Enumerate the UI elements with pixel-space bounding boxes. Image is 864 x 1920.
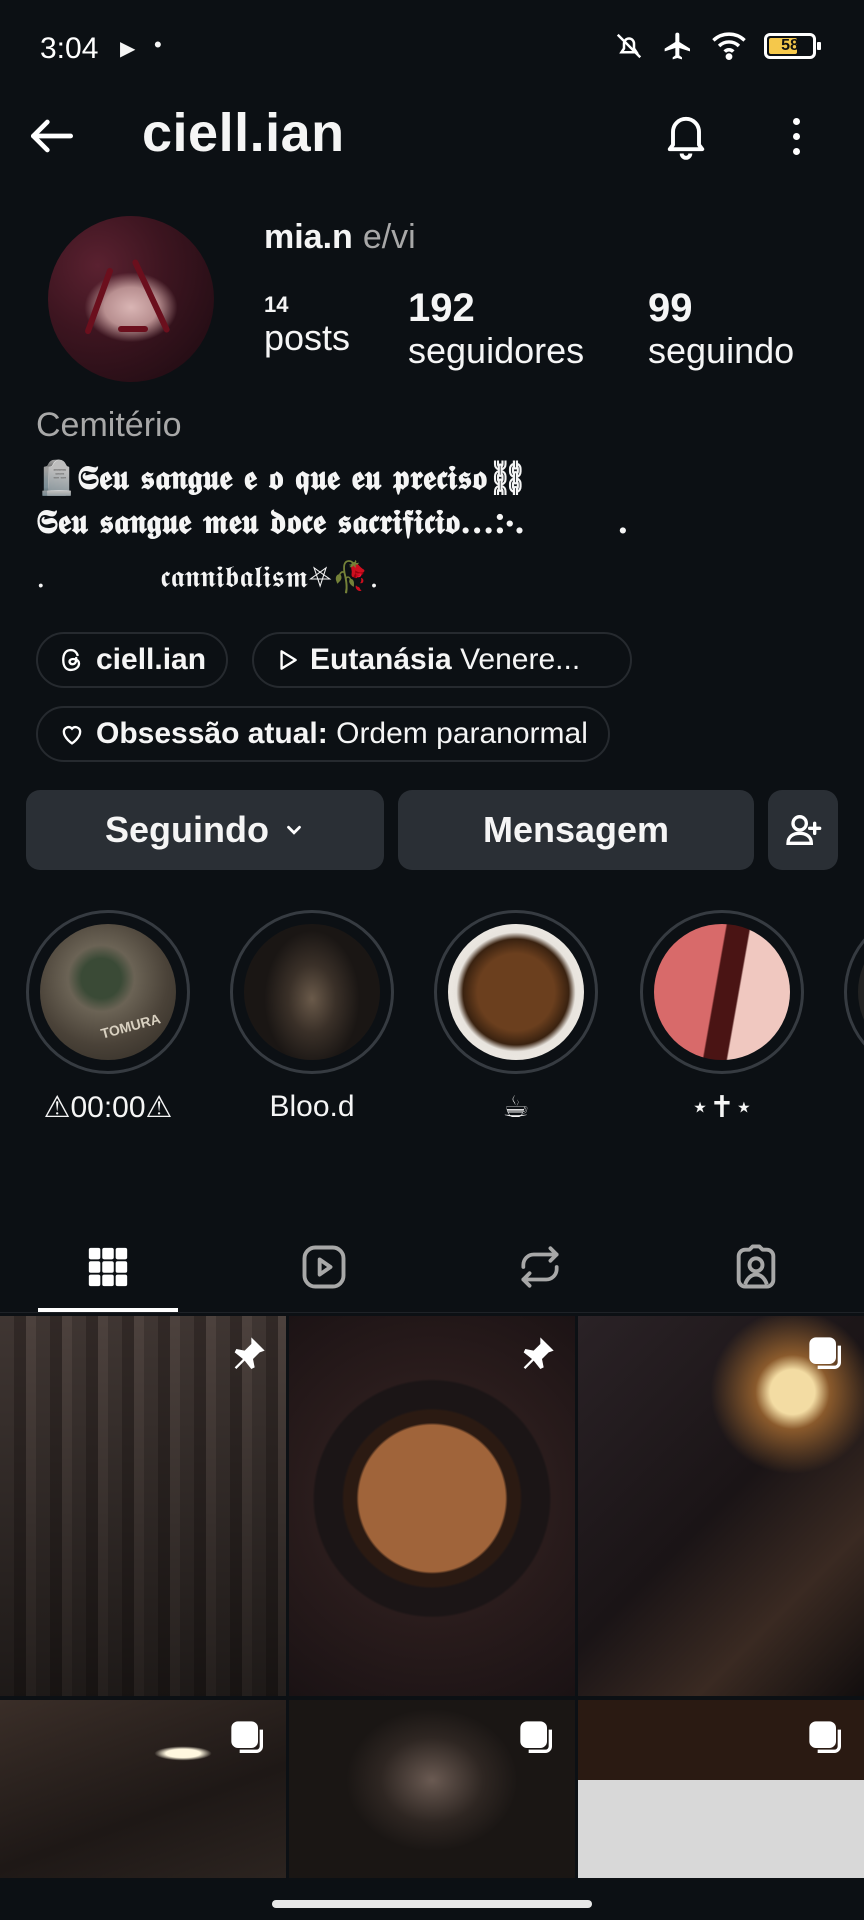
arrow-left-icon <box>31 119 73 153</box>
highlight-label: ⋆✝⋆ <box>690 1091 754 1124</box>
bell-icon <box>667 116 705 160</box>
status-bar: 3:04 ▶ • 58 <box>0 0 864 96</box>
home-indicator[interactable] <box>272 1900 592 1908</box>
tab-reels[interactable] <box>216 1222 432 1312</box>
following-button[interactable]: Seguindo <box>26 790 384 870</box>
highlight-image-text: TOMURA <box>98 1010 163 1042</box>
message-button-label: Mensagem <box>482 809 670 850</box>
grid-icon <box>88 1247 128 1287</box>
tab-posts[interactable] <box>0 1222 216 1312</box>
add-user-icon <box>786 815 822 845</box>
threads-link-chip[interactable]: ciell.ian <box>36 632 229 688</box>
play-icon <box>280 650 297 670</box>
post-thumbnail[interactable] <box>289 1316 575 1696</box>
highlight-label: ⚠00:00⚠ <box>43 1091 173 1124</box>
wifi-icon <box>712 32 746 61</box>
message-button[interactable]: Mensagem <box>398 790 754 870</box>
tab-tagged[interactable] <box>648 1222 864 1312</box>
following-stat[interactable]: 99 seguindo <box>648 286 794 371</box>
chevron-down-icon <box>287 825 301 835</box>
following-count: 99 <box>648 286 693 330</box>
posts-count: 14 <box>264 292 289 317</box>
music-title: Eutanásia <box>310 643 452 676</box>
airplane-icon <box>664 32 690 60</box>
highlight-label: ☕ <box>502 1091 530 1124</box>
music-artist: Venere... <box>460 643 581 676</box>
threads-icon <box>62 648 81 672</box>
followers-stat[interactable]: 192 seguidores <box>408 286 584 371</box>
profile-category: Cemitério <box>36 406 182 444</box>
silent-icon <box>616 33 642 59</box>
bio-text: 🪦𝕾𝖊𝖚 𝖘𝖆𝖓𝖌𝖚𝖊 𝖊 𝖔 𝖖𝖚𝖊 𝖊𝖚 𝖕𝖗𝖊𝖈𝖎𝖘𝖔⛓ 𝕾𝖊𝖚 𝖘𝖆𝖓𝖌𝖚… <box>36 456 629 544</box>
posts-grid <box>0 1316 864 1878</box>
story-highlight[interactable]: ⋆✝⋆ <box>640 910 804 1125</box>
story-highlight[interactable]: Bloo.d <box>230 910 394 1124</box>
pronouns: e/vi <box>362 218 416 256</box>
bio-line-3: . 𝖈𝖆𝖓𝖓𝖎𝖇𝖆𝖑𝖎𝖘𝖒⛧🥀. <box>36 560 379 595</box>
repost-icon <box>521 1246 559 1288</box>
following-label: seguindo <box>648 330 795 371</box>
story-highlight[interactable]: ☕ <box>434 910 598 1125</box>
suggested-users-button[interactable] <box>768 790 838 870</box>
pin-icon <box>523 1337 554 1369</box>
post-thumbnail[interactable] <box>578 1700 864 1878</box>
notification-dot-icon: • <box>154 32 162 57</box>
post-thumbnail[interactable] <box>0 1316 286 1696</box>
heart-icon <box>62 726 82 745</box>
carousel-icon <box>520 1721 552 1753</box>
profile-note-chip[interactable]: Obsessão atual: Ordem paranormal <box>36 706 610 762</box>
back-button[interactable] <box>24 108 84 164</box>
following-button-label: Seguindo <box>105 809 269 850</box>
profile-avatar[interactable] <box>48 216 214 382</box>
reels-icon <box>302 1245 346 1289</box>
play-store-icon: ▶ <box>120 38 136 60</box>
display-name: mia.n e/vi <box>264 218 416 257</box>
more-options-button[interactable] <box>772 108 820 164</box>
post-thumbnail[interactable] <box>0 1700 286 1878</box>
pin-icon <box>234 1337 265 1369</box>
display-name-text: mia.n <box>264 218 353 256</box>
profile-tabs <box>0 1222 864 1312</box>
tab-reposts[interactable] <box>432 1222 648 1312</box>
note-value: Ordem paranormal <box>336 717 588 750</box>
bio-line-2: 𝕾𝖊𝖚 𝖘𝖆𝖓𝖌𝖚𝖊 𝖒𝖊𝖚 𝖉𝖔𝖈𝖊 𝖘𝖆𝖈𝖗𝖎𝖋𝖎𝖈𝖎𝖔...჻. . <box>36 502 629 541</box>
story-highlight[interactable]: TOMURA ⚠00:00⚠ <box>26 910 190 1125</box>
profile-username: ciell.ian <box>142 103 345 163</box>
posts-stat: 14 posts <box>264 292 350 358</box>
tagged-icon <box>736 1244 776 1289</box>
post-thumbnail[interactable] <box>578 1316 864 1696</box>
posts-label: posts <box>264 317 351 358</box>
carousel-icon <box>809 1721 841 1753</box>
tab-divider <box>0 1312 864 1313</box>
note-label: Obsessão atual: <box>96 717 328 750</box>
battery-level: 58 <box>781 37 799 54</box>
status-time: 3:04 <box>40 32 99 65</box>
post-thumbnail[interactable] <box>289 1700 575 1878</box>
bio-line-1: 🪦𝕾𝖊𝖚 𝖘𝖆𝖓𝖌𝖚𝖊 𝖊 𝖔 𝖖𝖚𝖊 𝖊𝖚 𝖕𝖗𝖊𝖈𝖎𝖘𝖔⛓ <box>36 458 529 497</box>
battery-icon: 58 <box>764 33 821 59</box>
story-highlight-partial[interactable] <box>844 910 864 1074</box>
notifications-button[interactable] <box>660 108 716 164</box>
status-icons: 58 <box>614 30 821 62</box>
highlight-label: Bloo.d <box>269 1090 355 1123</box>
threads-handle: ciell.ian <box>96 643 207 676</box>
more-vertical-icon <box>792 117 800 125</box>
carousel-icon <box>809 1337 841 1369</box>
profile-music-chip[interactable]: Eutanásia Venere... <box>252 632 632 688</box>
followers-label: seguidores <box>408 330 585 371</box>
carousel-icon <box>231 1721 263 1753</box>
followers-count: 192 <box>408 286 475 330</box>
